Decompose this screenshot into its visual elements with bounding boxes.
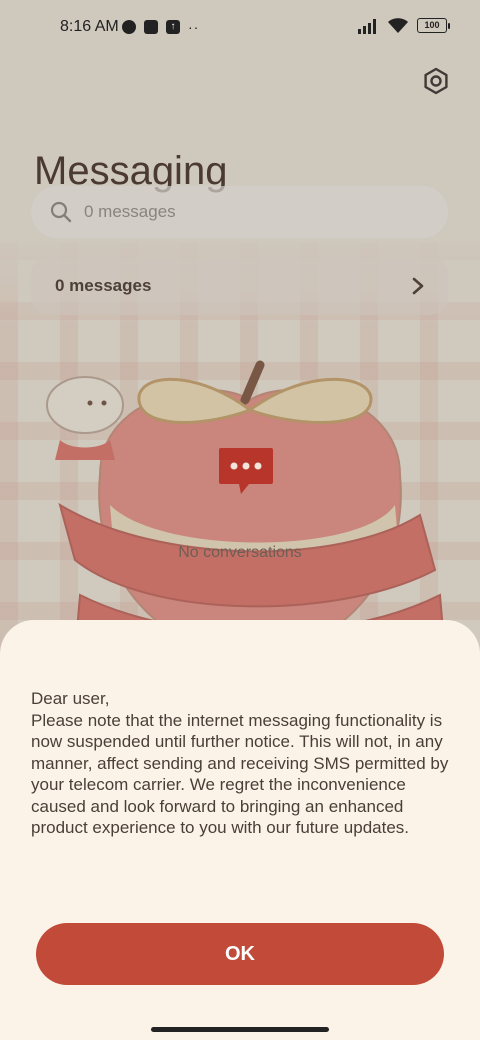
dialog-message: Dear user, Please note that the internet… bbox=[31, 689, 449, 837]
battery-icon: 100 bbox=[417, 18, 450, 33]
search-input[interactable]: 0 messages bbox=[31, 186, 448, 238]
empty-state-text: No conversations bbox=[178, 544, 302, 561]
messages-summary-row[interactable]: 0 messages bbox=[31, 257, 448, 315]
search-icon bbox=[50, 201, 72, 223]
status-bar: 8:16 AM ↑ ·· 100 bbox=[0, 0, 480, 56]
upload-icon: ↑ bbox=[166, 20, 180, 34]
chevron-right-icon bbox=[412, 277, 424, 295]
ok-button[interactable]: OK bbox=[36, 923, 444, 985]
search-placeholder: 0 messages bbox=[84, 202, 176, 221]
notification-square-icon bbox=[144, 20, 158, 34]
battery-level: 100 bbox=[417, 18, 447, 33]
more-notifications-icon: ·· bbox=[188, 19, 200, 35]
wifi-icon bbox=[388, 18, 408, 33]
status-time: 8:16 AM bbox=[60, 18, 119, 35]
notice-dialog: Dear user, Please note that the internet… bbox=[0, 620, 480, 1040]
status-notification-icons: ↑ ·· bbox=[122, 19, 199, 35]
status-system-icons: 100 bbox=[357, 17, 450, 34]
vpn-icon bbox=[122, 20, 136, 34]
gear-icon[interactable] bbox=[421, 66, 451, 96]
signal-icon bbox=[358, 18, 376, 34]
messages-summary-label: 0 messages bbox=[55, 276, 152, 295]
chat-bubble-icon bbox=[219, 448, 273, 494]
home-indicator[interactable] bbox=[151, 1027, 329, 1032]
